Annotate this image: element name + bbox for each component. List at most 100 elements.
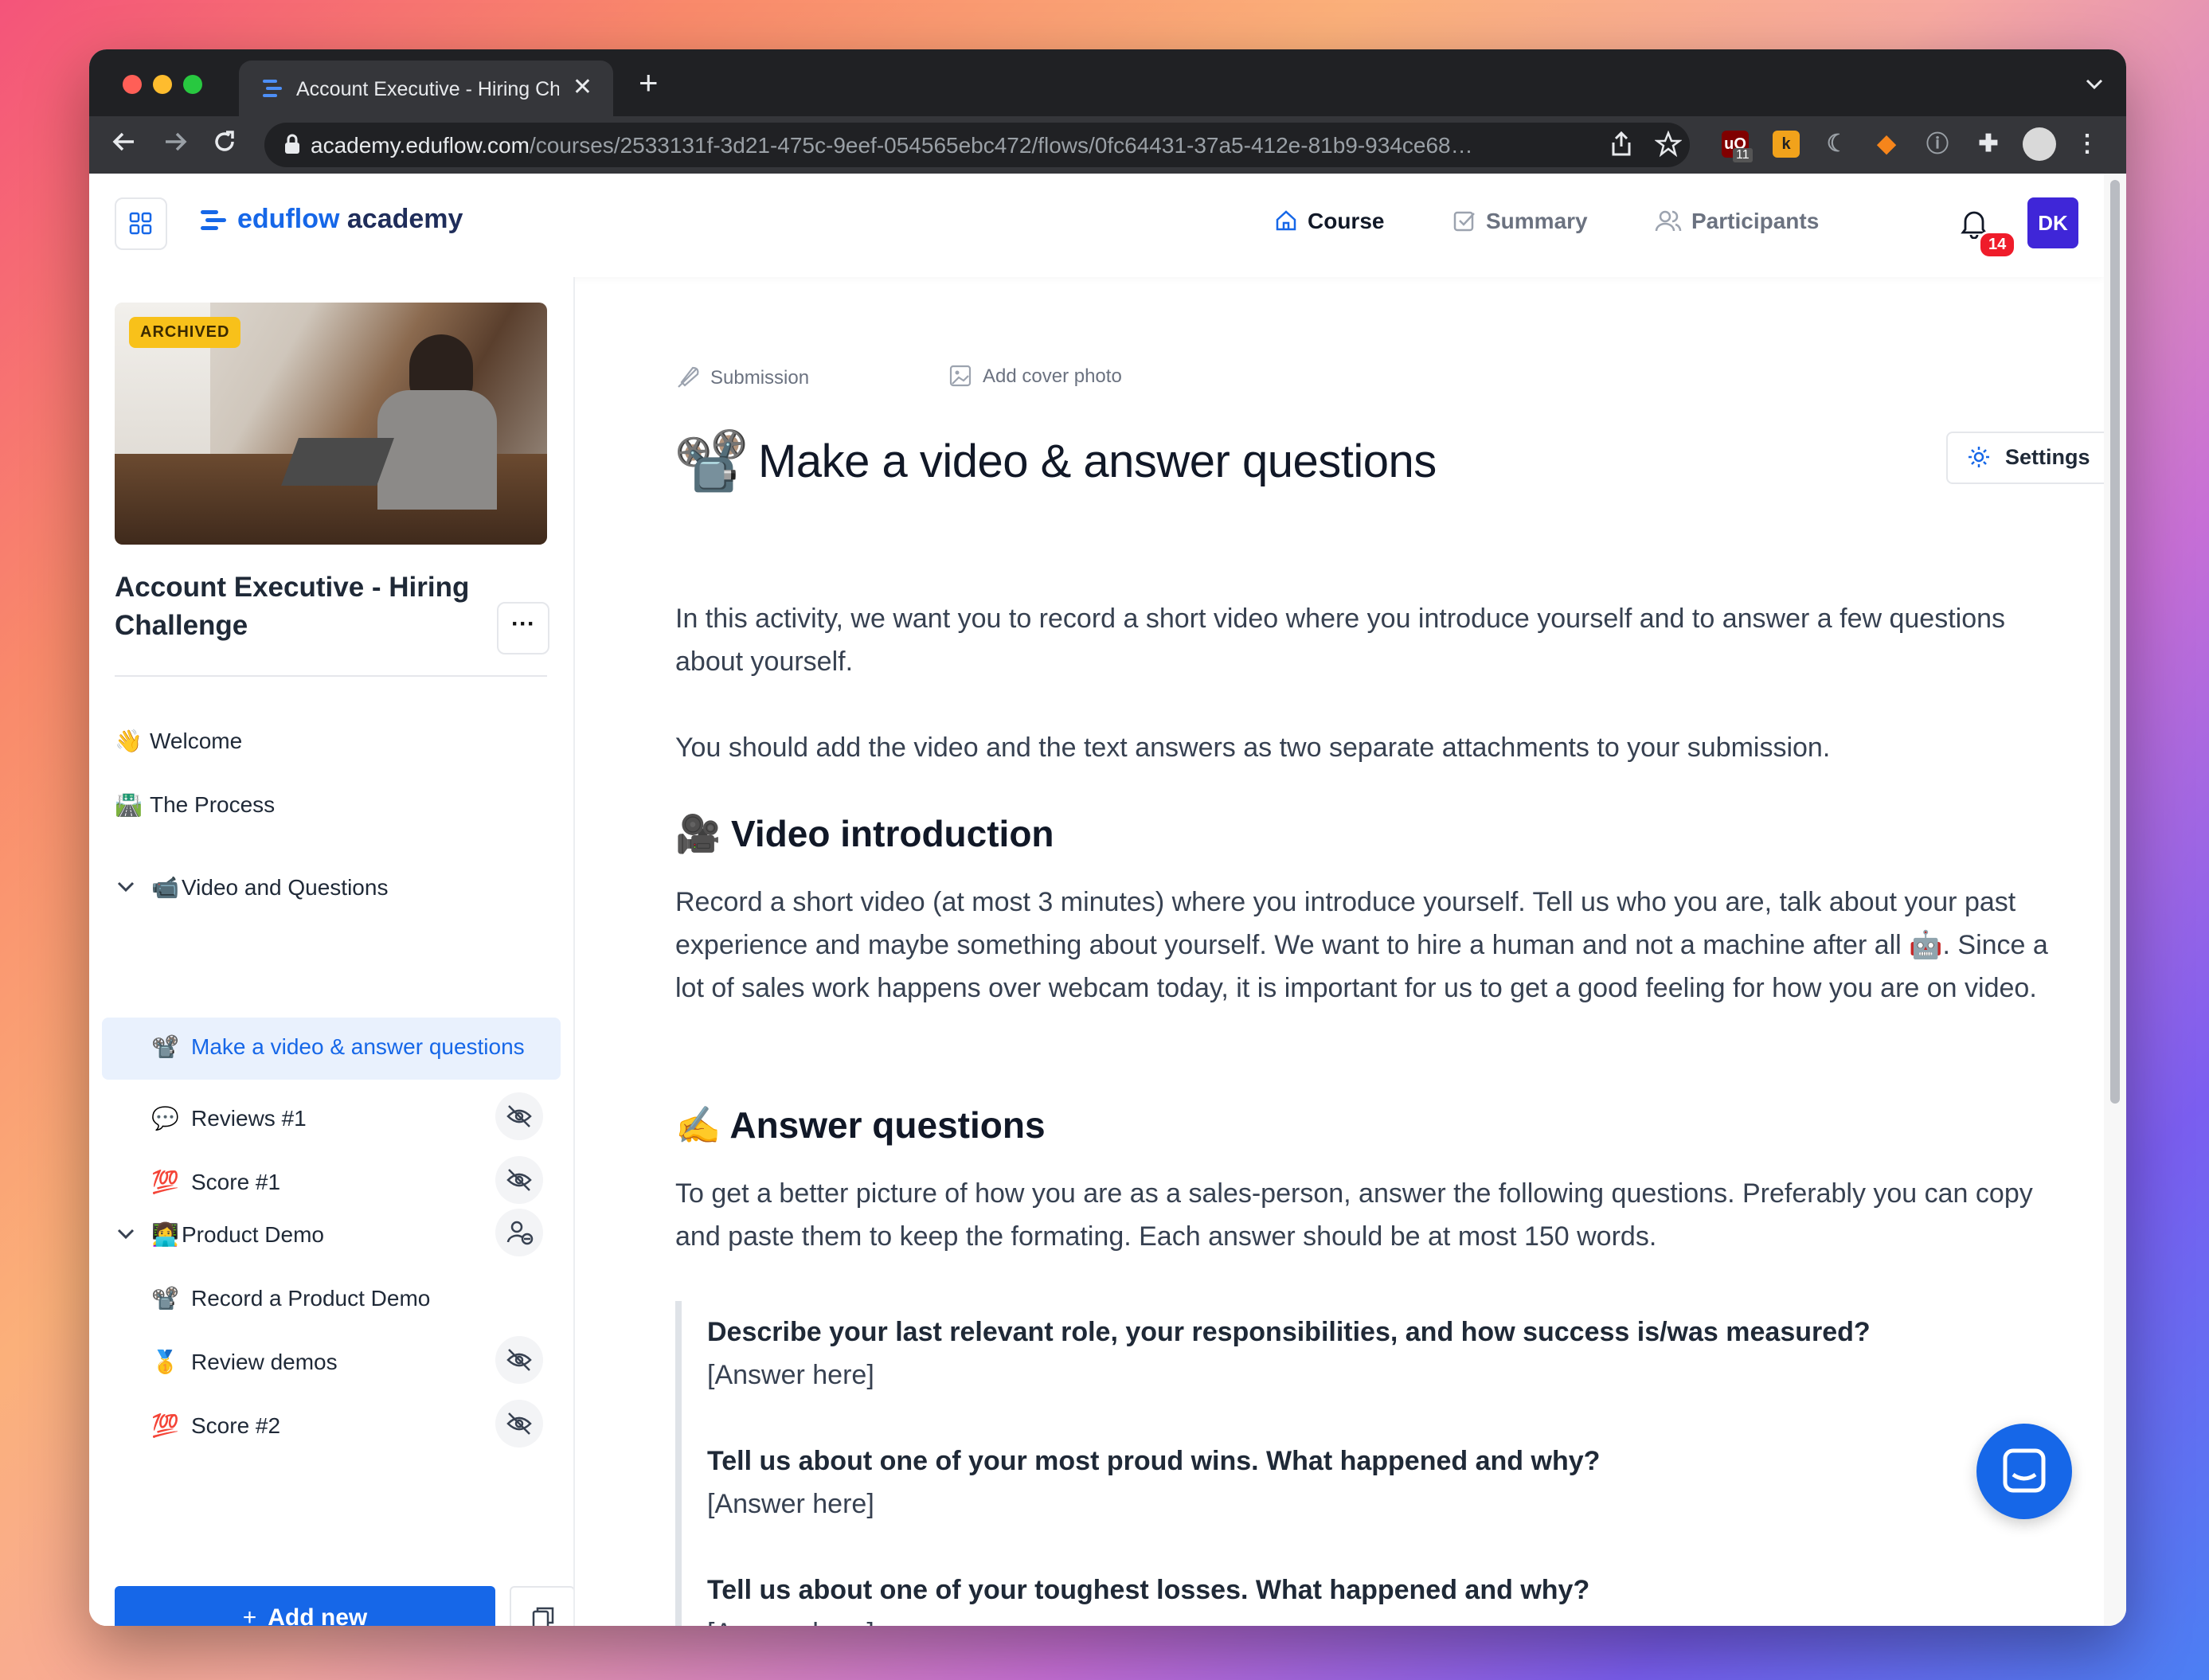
film-projector-icon: 📽️ <box>151 1034 179 1059</box>
answer-3: [Answer here] <box>707 1612 874 1626</box>
video-camera-icon: 📹 <box>151 875 179 900</box>
close-tab-icon[interactable]: ✕ <box>573 73 592 101</box>
film-projector-icon: 📽️ <box>674 428 749 495</box>
reload-icon[interactable] <box>212 129 237 161</box>
profile-avatar[interactable] <box>2023 127 2056 161</box>
copy-icon <box>532 1607 554 1626</box>
waving-hand-icon: 👋 <box>115 729 143 753</box>
share-icon[interactable] <box>1610 131 1632 164</box>
question-1: Describe your last relevant role, your r… <box>707 1317 1871 1347</box>
sidebar-item-score-2[interactable]: 💯 Score #2 <box>151 1412 280 1439</box>
back-arrow-icon[interactable] <box>111 129 137 161</box>
blockquote-bar <box>675 1301 682 1626</box>
answer-1: [Answer here] <box>707 1360 874 1390</box>
page-scrollbar[interactable] <box>2104 174 2126 1626</box>
tab-strip: Account Executive - Hiring Cha ✕ + <box>89 49 2126 116</box>
zoom-window-button[interactable] <box>183 75 202 94</box>
speech-bubble-icon: 💬 <box>151 1106 179 1131</box>
film-projector-icon: 📽️ <box>151 1286 179 1311</box>
nav-participants[interactable]: Participants <box>1655 209 1819 234</box>
settings-label: Settings <box>2005 445 2090 469</box>
nav-course[interactable]: Course <box>1274 209 1384 234</box>
hidden-eye-icon[interactable] <box>495 1156 543 1204</box>
grid-icon <box>129 212 152 235</box>
hidden-eye-icon[interactable] <box>495 1336 543 1384</box>
course-cover-image: ARCHIVED <box>115 303 547 545</box>
sidebar-item-record-a-product-demo[interactable]: 📽️ Record a Product Demo <box>151 1285 430 1311</box>
browser-toolbar: academy.eduflow.com/courses/2533131f-3d2… <box>89 116 2126 174</box>
question-3: Tell us about one of your toughest losse… <box>707 1575 1590 1605</box>
main-content: Submission Add cover photo 📽️ Make a vid… <box>577 277 2105 1626</box>
sidebar-item-reviews-1[interactable]: 💬 Reviews #1 <box>151 1105 307 1131</box>
checkbox-icon <box>1453 211 1475 232</box>
sidebar-section-video-and-questions[interactable]: 📹 Video and Questions <box>151 874 388 901</box>
question-2: Tell us about one of your most proud win… <box>707 1446 1601 1476</box>
eduflow-favicon-icon <box>263 80 283 103</box>
sidebar-item-score-1[interactable]: 💯 Score #1 <box>151 1169 280 1195</box>
page-title: Make a video & answer questions <box>758 436 1437 487</box>
intro-paragraph-2: You should add the video and the text an… <box>675 733 1831 763</box>
scrollbar-thumb[interactable] <box>2110 180 2120 1104</box>
course-more-button[interactable]: ··· <box>497 602 549 654</box>
info-extension-icon[interactable]: ⓘ <box>1924 131 1951 158</box>
sidebar-item-make-a-video: 📽️ Make a video & answer questions <box>151 1034 525 1059</box>
app-header: eduflow academy Course Summary Participa… <box>89 174 2104 277</box>
keepa-extension-icon[interactable]: k <box>1773 131 1800 158</box>
sidebar-item-review-demos[interactable]: 🥇 Review demos <box>151 1349 338 1375</box>
answer-questions-heading: ✍️ Answer questions <box>675 1104 1046 1146</box>
dark-mode-extension-icon[interactable]: ☾ <box>1824 131 1851 158</box>
notification-count-badge: 14 <box>1978 231 2017 259</box>
hidden-eye-icon[interactable] <box>495 1092 543 1140</box>
lock-icon <box>283 133 301 161</box>
forward-arrow-icon[interactable] <box>162 129 188 161</box>
hidden-eye-icon[interactable] <box>495 1400 543 1448</box>
chevron-down-icon[interactable] <box>116 1221 135 1246</box>
divider <box>115 675 547 677</box>
sidebar-section-product-demo[interactable]: 👩‍💻 Product Demo <box>151 1221 324 1248</box>
chat-icon <box>2003 1448 2046 1493</box>
archived-badge: ARCHIVED <box>129 317 241 348</box>
url-text: academy.eduflow.com/courses/2533131f-3d2… <box>311 133 1473 158</box>
users-icon <box>1655 210 1682 232</box>
eduflow-logo-icon <box>201 210 226 230</box>
hundred-points-icon: 💯 <box>151 1413 179 1438</box>
browser-menu-icon[interactable]: ⋮ <box>2074 131 2101 158</box>
chevron-down-icon[interactable] <box>116 874 135 899</box>
gear-icon <box>1969 447 1989 467</box>
address-bar[interactable]: academy.eduflow.com/courses/2533131f-3d2… <box>264 123 1690 167</box>
minimize-window-button[interactable] <box>153 75 172 94</box>
answer-questions-text: To get a better picture of how you are a… <box>675 1178 2033 1252</box>
add-cover-photo-button[interactable]: Add cover photo <box>949 365 1122 388</box>
new-tab-button[interactable]: + <box>639 66 659 100</box>
feather-icon <box>678 366 699 388</box>
chat-support-button[interactable] <box>1976 1424 2072 1519</box>
hundred-points-icon: 💯 <box>151 1170 179 1194</box>
plus-icon: + <box>242 1604 257 1626</box>
ublock-badge: 11 <box>1733 148 1753 162</box>
browser-window: Account Executive - Hiring Cha ✕ + acade… <box>89 49 2126 1626</box>
tab-search-chevron-icon[interactable] <box>2085 72 2104 96</box>
sidebar-item-welcome[interactable]: 👋 Welcome <box>115 728 242 754</box>
road-icon: 🛣️ <box>115 792 143 817</box>
submission-meta[interactable]: Submission <box>675 365 809 389</box>
apps-grid-button[interactable] <box>115 197 167 250</box>
user-settings-icon[interactable] <box>495 1209 543 1256</box>
close-window-button[interactable] <box>123 75 142 94</box>
sidebar: ARCHIVED Account Executive - Hiring Chal… <box>89 277 575 1626</box>
metamask-extension-icon[interactable]: ◆ <box>1873 131 1900 158</box>
sidebar-item-the-process[interactable]: 🛣️ The Process <box>115 791 275 818</box>
add-new-button[interactable]: + Add new <box>115 1586 495 1626</box>
bookmark-star-icon[interactable] <box>1654 130 1683 164</box>
eduflow-logo[interactable]: eduflow academy <box>201 204 463 235</box>
home-icon <box>1276 210 1296 231</box>
duplicate-button[interactable] <box>510 1586 575 1626</box>
browser-tab[interactable]: Account Executive - Hiring Cha ✕ <box>239 61 613 116</box>
settings-button[interactable]: Settings <box>1946 432 2105 484</box>
nav-summary[interactable]: Summary <box>1452 209 1588 234</box>
tab-title: Account Executive - Hiring Cha <box>296 78 559 100</box>
user-avatar[interactable]: DK <box>2027 197 2078 248</box>
extensions-puzzle-icon[interactable]: ✚ <box>1975 131 2002 158</box>
sidebar-item-make-a-video-active[interactable]: 📽️ Make a video & answer questions <box>102 1018 561 1080</box>
image-icon <box>949 365 972 387</box>
course-title: Account Executive - Hiring Challenge <box>115 572 470 641</box>
